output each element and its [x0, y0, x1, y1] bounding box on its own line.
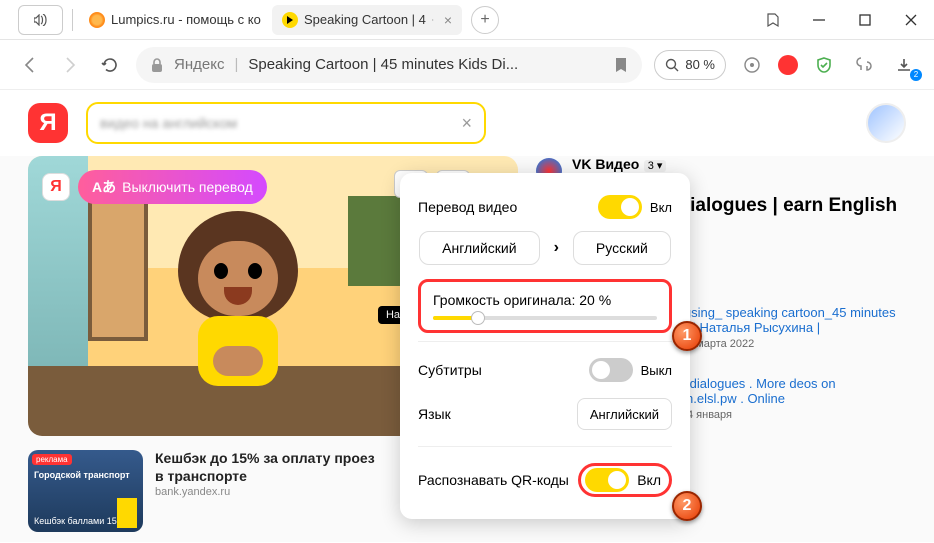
feedback-icon[interactable] [850, 51, 878, 79]
search-row: Я × [0, 90, 934, 156]
divider [72, 9, 73, 31]
zoom-value: 80 % [685, 57, 715, 72]
speaker-icon [432, 15, 434, 25]
translate-popup: Перевод видео Вкл Английский › Русский Г… [400, 173, 690, 519]
forward-button[interactable] [56, 51, 84, 79]
reload-button[interactable] [96, 51, 124, 79]
minimize-button[interactable] [796, 0, 842, 40]
content: Я Aあ Выключить перевод Ha реклама Городс… [0, 156, 934, 542]
volume-slider[interactable] [433, 316, 657, 320]
clear-icon[interactable]: × [461, 113, 472, 134]
tab-label: Lumpics.ru - помощь с ко [111, 12, 261, 27]
subtitles-toggle[interactable] [589, 358, 633, 382]
translate-label: Перевод видео [418, 199, 517, 215]
volume-slider-box: Громкость оригинала: 20 % [418, 279, 672, 333]
titlebar: Lumpics.ru - помощь с ко Speaking Cartoo… [0, 0, 934, 40]
close-tab-icon[interactable]: × [444, 12, 452, 28]
maximize-button[interactable] [842, 0, 888, 40]
favicon-lumpics [89, 12, 105, 28]
extension-opera[interactable] [778, 55, 798, 75]
subtitle-lang-select[interactable]: Английский [577, 398, 672, 430]
search-input-wrap[interactable]: × [86, 102, 486, 144]
page-title: Speaking Cartoon | 45 minutes Kids Di... [248, 56, 518, 73]
toolbar: Яндекс | Speaking Cartoon | 45 minutes K… [0, 40, 934, 90]
bookmark-icon[interactable] [750, 0, 796, 40]
translate-toggle[interactable] [598, 195, 642, 219]
lang-to-select[interactable]: Русский [573, 231, 671, 265]
host-label: Яндекс [174, 56, 224, 73]
search-input[interactable] [100, 115, 461, 131]
volume-label: Громкость оригинала: 20 % [433, 292, 657, 308]
search-icon [665, 58, 679, 72]
shield-icon[interactable] [810, 51, 838, 79]
bookmark-icon[interactable] [614, 57, 628, 73]
tab-label: Speaking Cartoon | 4 [304, 12, 426, 27]
speaker-icon [34, 14, 48, 26]
window-controls [750, 0, 934, 40]
zoom-indicator[interactable]: 80 % [654, 50, 726, 80]
callout-marker-2: 2 [672, 491, 702, 521]
yandex-logo[interactable]: Я [28, 103, 68, 143]
protect-icon[interactable] [738, 51, 766, 79]
lang-label: Язык [418, 406, 451, 422]
ad-thumbnail: реклама Городской транспорт Кешбэк балла… [28, 450, 143, 532]
tab-speaking-cartoon[interactable]: Speaking Cartoon | 4 × [272, 5, 462, 35]
close-button[interactable] [888, 0, 934, 40]
back-button[interactable] [16, 51, 44, 79]
favicon-video [282, 12, 298, 28]
yandex-badge: Я [42, 173, 70, 201]
qr-toggle[interactable] [585, 468, 629, 492]
avatar[interactable] [866, 103, 906, 143]
subtitles-label: Субтитры [418, 362, 482, 378]
downloads-button[interactable] [890, 51, 918, 79]
callout-marker-1: 1 [672, 321, 702, 351]
disable-translate-button[interactable]: Aあ Выключить перевод [78, 170, 267, 204]
new-tab-button[interactable]: + [471, 6, 499, 34]
tab-lumpics[interactable]: Lumpics.ru - помощь с ко [79, 5, 269, 35]
lock-icon [150, 57, 164, 73]
arrow-icon: › [540, 239, 573, 257]
address-bar[interactable]: Яндекс | Speaking Cartoon | 45 minutes K… [136, 47, 642, 83]
audio-indicator-tab[interactable] [18, 5, 63, 35]
source-name[interactable]: VK Видео [572, 156, 639, 172]
qr-label: Распознавать QR-коды [418, 472, 569, 488]
lang-from-select[interactable]: Английский [419, 231, 539, 265]
